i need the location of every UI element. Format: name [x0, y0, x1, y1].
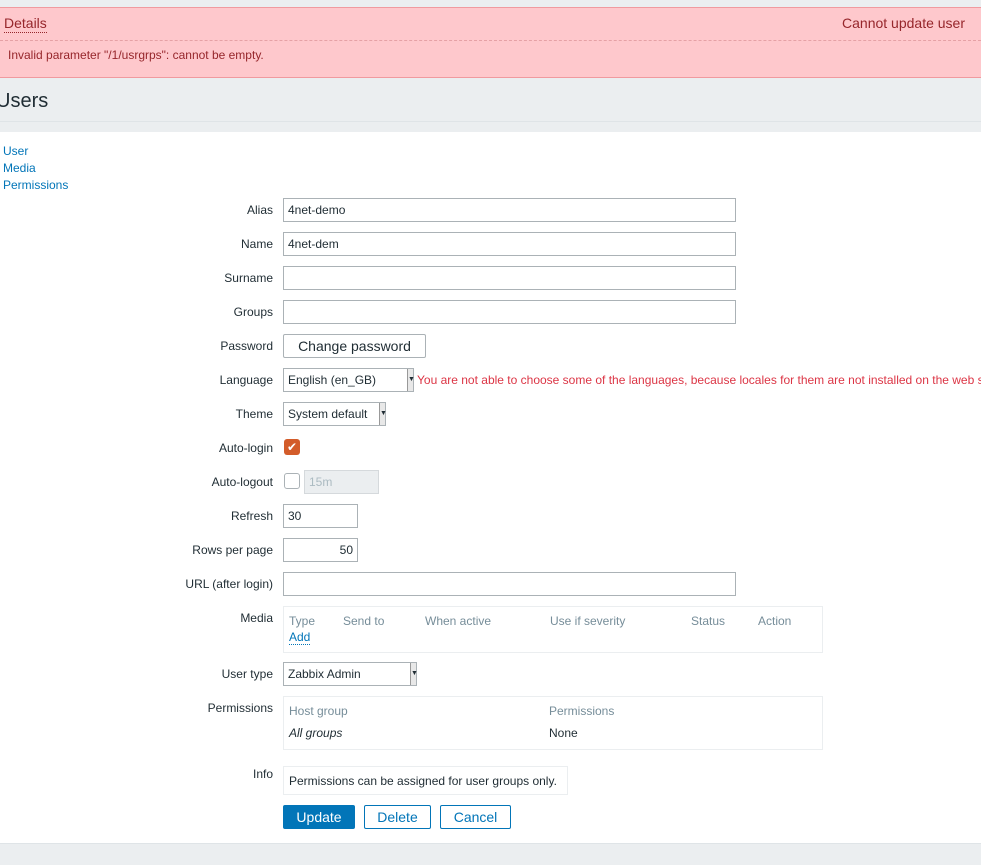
- footer-bar: [0, 843, 981, 865]
- groups-input[interactable]: [283, 300, 736, 324]
- column-header: Send to: [343, 614, 385, 628]
- column-header: Use if severity: [550, 614, 626, 628]
- user-type-label: User type: [221, 667, 273, 681]
- media-table: Type Send to When active Use if severity…: [283, 606, 823, 653]
- autologout-label: Auto-logout: [211, 475, 273, 489]
- groups-label: Groups: [233, 305, 273, 319]
- column-header: Status: [691, 614, 726, 628]
- delete-button[interactable]: Delete: [364, 805, 431, 829]
- media-label: Media: [240, 611, 273, 625]
- theme-label: Theme: [235, 407, 273, 421]
- change-password-button[interactable]: Change password: [283, 334, 426, 358]
- refresh-label: Refresh: [230, 509, 273, 523]
- update-button[interactable]: Update: [283, 805, 355, 829]
- dropdown-arrow-icon: ▼: [410, 663, 418, 685]
- theme-select[interactable]: System default ▼: [283, 402, 387, 426]
- error-text: Invalid parameter "/1/usrgrps": cannot b…: [8, 48, 264, 62]
- language-value: English (en_GB): [288, 373, 377, 387]
- tab-user[interactable]: User: [3, 144, 28, 158]
- column-header: Host group: [289, 704, 348, 718]
- divider: [0, 121, 981, 122]
- language-label: Language: [219, 373, 273, 387]
- dropdown-arrow-icon: ▼: [407, 369, 415, 391]
- password-label: Password: [220, 339, 273, 353]
- user-type-select[interactable]: Zabbix Admin ▼: [283, 662, 418, 686]
- host-group-cell: All groups: [289, 726, 343, 740]
- error-title: Cannot update user: [842, 15, 965, 31]
- divider: [0, 40, 981, 41]
- error-message-box: Details Cannot update user Invalid param…: [0, 7, 981, 78]
- info-label: Info: [252, 767, 273, 781]
- column-header: Action: [758, 614, 792, 628]
- user-type-value: Zabbix Admin: [288, 667, 361, 681]
- details-link[interactable]: Details: [4, 15, 47, 33]
- info-text: Permissions can be assigned for user gro…: [289, 774, 557, 788]
- autologin-label: Auto-login: [218, 441, 273, 455]
- autologout-input[interactable]: 15m: [304, 470, 379, 494]
- rows-per-page-label: Rows per page: [192, 543, 273, 557]
- surname-label: Surname: [224, 271, 273, 285]
- url-input[interactable]: [283, 572, 736, 596]
- name-label: Name: [240, 237, 273, 251]
- rows-per-page-input[interactable]: 50: [283, 538, 358, 562]
- autologout-checkbox[interactable]: [284, 473, 300, 489]
- permissions-table: Host group Permissions All groups None: [283, 696, 823, 750]
- add-media-link[interactable]: Add: [289, 630, 311, 645]
- permissions-label: Permissions: [207, 701, 273, 715]
- language-select[interactable]: English (en_GB) ▼: [283, 368, 415, 392]
- surname-input[interactable]: [283, 266, 736, 290]
- language-warning: You are not able to choose some of the l…: [417, 373, 981, 387]
- column-header: When active: [425, 614, 492, 628]
- dropdown-arrow-icon: ▼: [379, 403, 387, 425]
- alias-input[interactable]: 4net-demo: [283, 198, 736, 222]
- tab-permissions[interactable]: Permissions: [3, 178, 68, 192]
- permission-cell: None: [549, 726, 578, 740]
- url-label: URL (after login): [185, 577, 273, 591]
- refresh-input[interactable]: 30: [283, 504, 358, 528]
- page-title: Users: [0, 90, 49, 112]
- autologin-checkbox[interactable]: ✔: [284, 439, 300, 455]
- name-input[interactable]: 4net-dem: [283, 232, 736, 256]
- tab-media[interactable]: Media: [3, 161, 36, 175]
- column-header: Type: [289, 614, 316, 628]
- theme-value: System default: [288, 407, 368, 421]
- info-box: Permissions can be assigned for user gro…: [283, 766, 568, 795]
- cancel-button[interactable]: Cancel: [440, 805, 511, 829]
- alias-label: Alias: [246, 203, 273, 217]
- check-icon: ✔: [286, 440, 298, 454]
- column-header: Permissions: [549, 704, 615, 718]
